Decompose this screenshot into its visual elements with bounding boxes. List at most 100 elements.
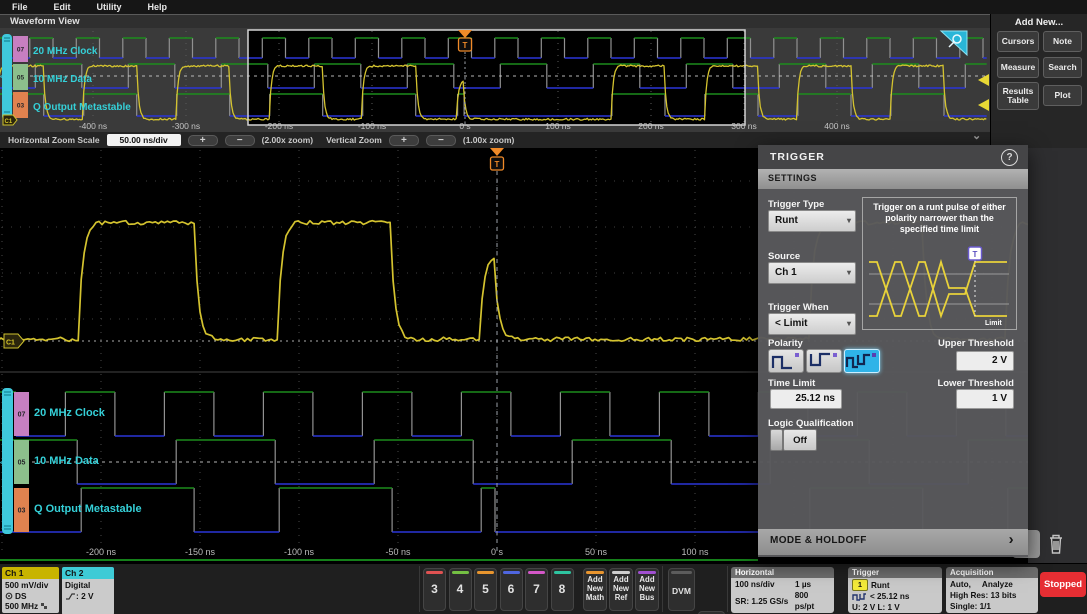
source-value: Ch 1 bbox=[775, 267, 797, 278]
dvm-button[interactable]: DVM bbox=[668, 568, 695, 611]
trigger-box-title: Trigger bbox=[848, 567, 942, 578]
vzoom-plus-button[interactable]: + bbox=[388, 134, 419, 146]
mode-holdoff-label: MODE & HOLDOFF bbox=[770, 535, 867, 546]
trash-button[interactable] bbox=[1040, 530, 1072, 558]
svg-text:05: 05 bbox=[17, 75, 25, 82]
trigger-source-badge: 1 bbox=[852, 579, 868, 591]
svg-text:07: 07 bbox=[18, 412, 26, 419]
channel5-button[interactable]: 5 bbox=[474, 568, 497, 611]
trigger-status-box[interactable]: Trigger 1 Runt < 25.12 ns U: 2 V L: 1 V bbox=[848, 567, 942, 613]
measure-button[interactable]: Measure bbox=[997, 57, 1039, 78]
channel3-button[interactable]: 3 bbox=[423, 568, 446, 611]
menu-utility[interactable]: Utility bbox=[97, 2, 122, 12]
search-button[interactable]: Search bbox=[1043, 57, 1082, 78]
menu-file[interactable]: File bbox=[12, 2, 28, 12]
waveform-overview[interactable]: -400 ns -300 ns -200 ns -100 ns 0 s 100 ns 200… bbox=[0, 28, 990, 132]
trigger-position-percent: 50% bbox=[806, 612, 822, 613]
svg-text:T: T bbox=[463, 41, 468, 50]
horizontal-settings-box[interactable]: Horizontal 100 ns/div 1 µs SR: 1.25 GS/s 8… bbox=[731, 567, 834, 613]
channel-label[interactable]: 10 MHz Data bbox=[34, 455, 100, 467]
trigger-type-status: Runt bbox=[871, 580, 890, 590]
trigger-settings-panel: TRIGGER ? SETTINGS Trigger Type Runt ▾ S… bbox=[758, 145, 1028, 557]
upper-threshold-field[interactable]: 2 V bbox=[956, 351, 1014, 371]
channel4-button[interactable]: 4 bbox=[448, 568, 472, 611]
add-new-math-button[interactable]: Add New Math bbox=[583, 568, 607, 611]
chevron-down-icon: ▾ bbox=[846, 319, 851, 328]
mode-holdoff-section[interactable]: MODE & HOLDOFF › bbox=[758, 529, 1028, 555]
polarity-negative-button[interactable] bbox=[806, 349, 842, 373]
main-axis-label: 100 ns bbox=[681, 547, 709, 557]
acquisition-resolution: High Res: 13 bits bbox=[950, 591, 1017, 600]
divider bbox=[727, 566, 728, 612]
add-new-ref-button[interactable]: Add New Ref bbox=[609, 568, 633, 611]
sample-rate: SR: 1.25 GS/s bbox=[735, 596, 789, 606]
trigger-when-dropdown[interactable]: < Limit ▾ bbox=[768, 313, 856, 335]
channel-label[interactable]: Q Output Metastable bbox=[33, 102, 131, 113]
svg-text:T: T bbox=[495, 160, 500, 169]
either-runt-icon bbox=[845, 353, 876, 369]
channel-expand-handle[interactable]: <> bbox=[0, 460, 8, 467]
main-axis-label: -100 ns bbox=[284, 547, 315, 557]
run-stop-status-button[interactable]: Stopped bbox=[1040, 572, 1086, 597]
main-axis-label: -50 ns bbox=[385, 547, 411, 557]
trigger-condition: < 25.12 ns bbox=[870, 592, 910, 601]
channel-label[interactable]: Q Output Metastable bbox=[34, 503, 142, 515]
chevron-down-icon: ▾ bbox=[846, 216, 851, 225]
trigger-type-label: Trigger Type bbox=[768, 199, 825, 210]
menu-help[interactable]: Help bbox=[148, 2, 168, 12]
menu-edit[interactable]: Edit bbox=[54, 2, 71, 12]
add-new-bus-button[interactable]: Add New Bus bbox=[635, 568, 659, 611]
time-limit-field[interactable]: 25.12 ns bbox=[770, 389, 842, 409]
channel2-badge[interactable]: Ch 2 Digital : 2 V bbox=[62, 567, 114, 614]
sample-interval: 800 ps/pt bbox=[794, 591, 815, 611]
divider bbox=[419, 566, 420, 612]
acquisition-box-title: Acquisition bbox=[946, 567, 1038, 578]
channel6-button[interactable]: 6 bbox=[499, 568, 523, 611]
help-icon[interactable]: ? bbox=[1001, 149, 1018, 166]
positive-runt-icon bbox=[771, 353, 799, 370]
horizontal-box-title: Horizontal bbox=[731, 567, 834, 578]
overview-axis-label: 200 ns bbox=[638, 121, 664, 131]
cursors-button[interactable]: Cursors bbox=[997, 31, 1039, 52]
logic-qualification-label: Logic Qualification bbox=[768, 418, 854, 429]
toggle-knob bbox=[770, 429, 783, 451]
channel-label[interactable]: 10 MHz Data bbox=[33, 74, 92, 85]
acquisition-analyze: Analyze bbox=[981, 580, 1013, 589]
channel-expand-handle[interactable]: <> bbox=[0, 74, 8, 81]
horizontal-scale: 100 ns/div bbox=[735, 580, 775, 589]
horizontal-zoom-scale-value[interactable]: 50.00 ns/div bbox=[106, 134, 181, 146]
channel1-badge[interactable]: Ch 1 500 mV/div DS 500 MHz bbox=[2, 567, 59, 613]
overview-axis-label: -100 ns bbox=[358, 121, 386, 131]
channel1-title: Ch 1 bbox=[2, 567, 59, 579]
results-table-button[interactable]: Results Table bbox=[997, 82, 1039, 110]
hzoom-minus-button[interactable]: − bbox=[224, 134, 255, 146]
record-length: RL: 1.25 kpts bbox=[735, 612, 792, 613]
trigger-panel-titlebar[interactable]: TRIGGER bbox=[758, 145, 1028, 169]
channel8-button[interactable]: 8 bbox=[550, 568, 574, 611]
polarity-either-button[interactable] bbox=[844, 349, 880, 373]
trigger-type-dropdown[interactable]: Runt ▾ bbox=[768, 210, 856, 232]
note-button[interactable]: Note bbox=[1043, 31, 1082, 52]
channel7-button[interactable]: 7 bbox=[525, 568, 548, 611]
acquisition-single: Single: 1/1 bbox=[950, 602, 991, 611]
plot-button[interactable]: Plot bbox=[1043, 85, 1082, 106]
channel2-threshold: : 2 V bbox=[76, 590, 94, 601]
add-new-title: Add New... bbox=[1014, 17, 1064, 28]
add-new-panel: Add New... Cursors Note Measure Search R… bbox=[990, 14, 1087, 148]
overview-axis-label: 100 ns bbox=[545, 121, 571, 131]
main-axis-label: -150 ns bbox=[185, 547, 216, 557]
chevron-right-icon: › bbox=[1008, 531, 1014, 548]
polarity-positive-button[interactable] bbox=[768, 349, 804, 373]
acquisition-status-box[interactable]: Acquisition Auto, Analyze High Res: 13 bi… bbox=[946, 567, 1038, 613]
waveform-view-tab[interactable]: Waveform View bbox=[0, 14, 1087, 28]
channel-label[interactable]: 20 MHz Clock bbox=[33, 46, 98, 57]
logic-qualification-toggle[interactable]: Off bbox=[770, 429, 817, 451]
lower-threshold-field[interactable]: 1 V bbox=[956, 389, 1014, 409]
vzoom-minus-button[interactable]: − bbox=[425, 134, 456, 146]
divider bbox=[662, 566, 663, 612]
overview-axis-label: -400 ns bbox=[79, 121, 107, 131]
hzoom-plus-button[interactable]: + bbox=[187, 134, 218, 146]
overview-collapse-chevron-icon[interactable]: ⌄ bbox=[972, 129, 981, 142]
channel-label[interactable]: 20 MHz Clock bbox=[34, 407, 106, 419]
source-dropdown[interactable]: Ch 1 ▾ bbox=[768, 262, 856, 284]
